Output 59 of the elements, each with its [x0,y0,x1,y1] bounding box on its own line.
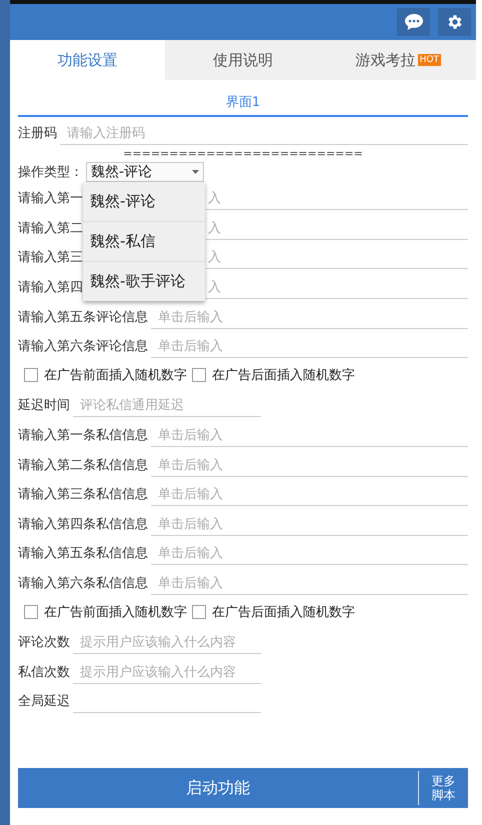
checkbox-label[interactable]: 在广告后面插入随机数字 [192,366,355,384]
input-field[interactable]: 单击后输入 [151,336,468,358]
input-field[interactable]: 单击后输入 [151,484,468,506]
tab[interactable]: 功能设置 [10,40,166,80]
checkbox-text: 在广告前面插入随机数字 [44,604,187,621]
field-label: 请输入第四条私信信息 [18,516,149,534]
input-field[interactable]: 提示用户应该输入什么内容 [73,662,261,684]
field-label: 请输入第二 [18,220,84,238]
field-label: 私信次数 [18,664,71,682]
chat-bubble-icon [404,13,424,31]
dropdown-select[interactable]: 魏然-评论 [86,162,204,182]
checkbox-text: 在广告后面插入随机数字 [212,366,355,384]
checkbox-label[interactable]: 在广告前面插入随机数字 [24,366,187,384]
field-label: 请输入第一 [18,190,84,208]
field-label: 请输入第六条评论信息 [18,338,149,356]
field-label: 操作类型： [18,164,84,181]
checkbox[interactable] [192,368,206,382]
dropdown-option[interactable]: 魏然-私信 [83,222,205,262]
input-field[interactable]: 入 [206,218,468,240]
checkbox-text: 在广告后面插入随机数字 [212,604,355,621]
input-field[interactable]: 单击后输入 [151,572,468,595]
dropdown-option[interactable]: 魏然-评论 [83,182,205,222]
input-field[interactable]: 单击后输入 [151,454,468,477]
section-title: 界面1 [18,80,468,117]
dropdown-option[interactable]: 魏然-歌手评论 [83,262,205,301]
input-field[interactable]: 入 [206,276,468,299]
input-field[interactable]: 请输入注册码 [60,122,468,145]
field-label: 请输入第五条私信信息 [18,545,149,564]
field-label: 请输入第三 [18,249,84,268]
checkbox[interactable] [24,604,38,619]
field-label: 请输入第一条私信信息 [18,426,149,445]
checkbox-label[interactable]: 在广告前面插入随机数字 [24,602,187,621]
field-label: 请输入第五条评论信息 [18,308,149,327]
chat-button[interactable] [397,8,430,36]
field-label: 注册码 [18,124,58,143]
field-label: 请输入第二条私信信息 [18,456,149,475]
caret-icon [192,170,199,174]
separator-text: ========================== [123,146,363,160]
settings-icon [446,13,464,31]
input-field[interactable]: 单击后输入 [151,306,468,329]
checkbox-label[interactable]: 在广告后面插入随机数字 [192,602,355,621]
hot-badge: HOT [418,54,441,66]
input-field[interactable]: 提示用户应该输入什么内容 [73,632,261,654]
checkbox[interactable] [192,604,206,619]
input-field[interactable]: 入 [206,188,468,210]
input-field[interactable]: 单击后输入 [151,543,468,566]
field-label: 评论次数 [18,634,71,652]
field-label: 请输入第六条私信信息 [18,574,149,593]
input-field[interactable]: 单击后输入 [151,514,468,536]
settings-button[interactable] [438,8,471,36]
checkbox[interactable] [24,368,38,382]
input-field[interactable]: 评论私信通用延迟 [73,395,261,418]
input-field[interactable]: 单击后输入 [151,424,468,447]
field-label: 请输入第三条私信信息 [18,486,149,504]
field-label: 全局延迟 [18,693,71,712]
field-label: 请输入第四 [18,278,84,297]
field-label: 延迟时间 [18,397,71,416]
input-field[interactable]: 入 [206,247,468,270]
checkbox-text: 在广告前面插入随机数字 [44,366,187,384]
